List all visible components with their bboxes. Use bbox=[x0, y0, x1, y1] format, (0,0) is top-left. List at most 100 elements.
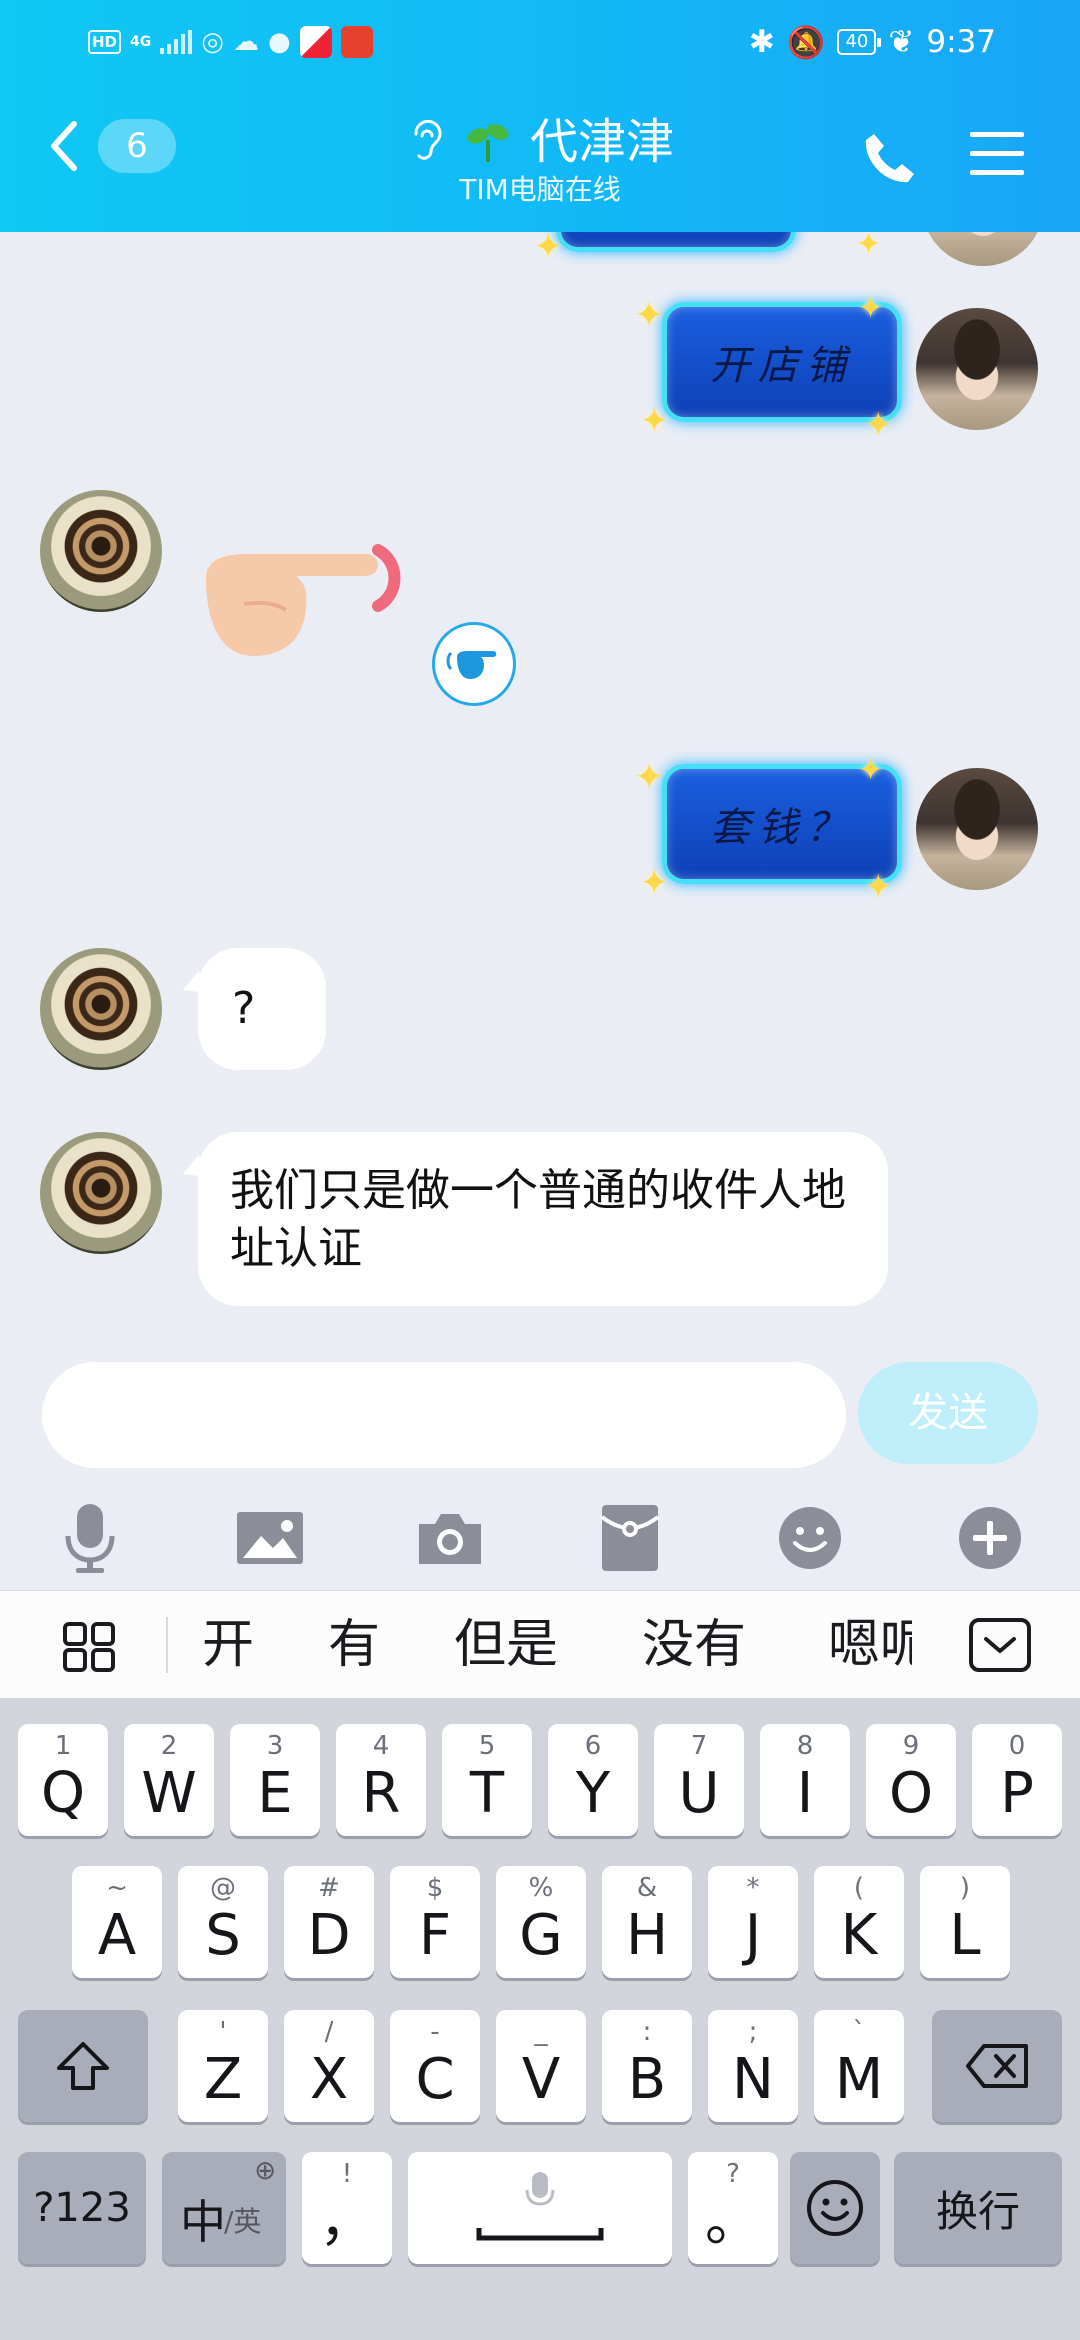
backspace-key[interactable] bbox=[932, 2010, 1062, 2122]
ime-candidate[interactable]: 嗯呢 bbox=[828, 1591, 912, 1699]
key-g[interactable]: % G bbox=[496, 1866, 586, 1978]
key-hint: ' bbox=[219, 2017, 227, 2047]
comma-key[interactable]: ! ， bbox=[302, 2152, 392, 2264]
ime-candidate[interactable]: 开 bbox=[202, 1591, 254, 1699]
key-hint: 1 bbox=[54, 1731, 72, 1761]
key-v[interactable]: _ V bbox=[496, 2010, 586, 2122]
collapse-keyboard-button[interactable] bbox=[968, 1617, 1032, 1677]
key-char: I bbox=[796, 1761, 814, 1826]
emoji-button[interactable] bbox=[774, 1502, 846, 1574]
key-hint: ? bbox=[726, 2159, 740, 2189]
my-avatar[interactable] bbox=[922, 232, 1044, 266]
contact-name[interactable]: 代津津 bbox=[530, 112, 674, 172]
camera-icon bbox=[419, 1514, 481, 1564]
key-y[interactable]: 6Y bbox=[548, 1724, 638, 1836]
more-button[interactable] bbox=[954, 1502, 1026, 1574]
my-avatar[interactable] bbox=[916, 768, 1038, 890]
red-app-icon bbox=[340, 26, 373, 58]
voice-button[interactable] bbox=[54, 1502, 126, 1574]
camera-button[interactable] bbox=[414, 1502, 486, 1574]
divider bbox=[166, 1617, 168, 1673]
gallery-button[interactable] bbox=[234, 1502, 306, 1574]
key-hint: ` bbox=[852, 2017, 866, 2047]
emoji-replay-button[interactable] bbox=[432, 622, 516, 706]
ime-candidate[interactable]: 有 bbox=[328, 1591, 380, 1699]
key-f[interactable]: $ F bbox=[390, 1866, 480, 1978]
key-hint: ! bbox=[341, 2159, 353, 2189]
menu-button[interactable] bbox=[968, 128, 1026, 184]
space-mic-icon bbox=[476, 2172, 604, 2241]
key-n[interactable]: ; N bbox=[708, 2010, 798, 2122]
key-u[interactable]: 7U bbox=[654, 1724, 744, 1836]
key-p[interactable]: 0P bbox=[972, 1724, 1062, 1836]
ime-candidate[interactable]: 但是 bbox=[454, 1591, 558, 1699]
contact-avatar[interactable] bbox=[40, 948, 162, 1070]
key-c[interactable]: -C bbox=[390, 2010, 480, 2122]
backspace-icon bbox=[966, 2044, 1028, 2088]
my-avatar[interactable] bbox=[916, 308, 1038, 430]
pointing-hand-icon bbox=[446, 651, 497, 679]
sparkle-icon: ✦ bbox=[640, 863, 669, 903]
key-hint: 6 bbox=[584, 1731, 602, 1761]
key-hint: 3 bbox=[266, 1731, 284, 1761]
key-r[interactable]: 4R bbox=[336, 1724, 426, 1836]
enter-key[interactable]: 换行 bbox=[894, 2152, 1062, 2264]
contact-avatar[interactable] bbox=[40, 1132, 162, 1254]
wifi-hotspot-icon: ◎ bbox=[201, 27, 224, 57]
key-h[interactable]: & H bbox=[602, 1866, 692, 1978]
pointing-finger-emoji[interactable] bbox=[188, 510, 408, 670]
status-bar-right: ✱ 🔕 40 ❦ 9:37 bbox=[749, 22, 996, 62]
contact-avatar[interactable] bbox=[40, 490, 162, 612]
key-o[interactable]: 9O bbox=[866, 1724, 956, 1836]
red-packet-button[interactable] bbox=[594, 1502, 666, 1574]
key-char: J bbox=[744, 1903, 762, 1968]
send-button[interactable]: 发送 bbox=[858, 1362, 1038, 1464]
key-z[interactable]: ' Z bbox=[178, 2010, 268, 2122]
key-s[interactable]: @ S bbox=[178, 1866, 268, 1978]
ime-menu-button[interactable] bbox=[62, 1621, 118, 1677]
key-char: U bbox=[678, 1761, 720, 1826]
key-j[interactable]: * J bbox=[708, 1866, 798, 1978]
space-key[interactable] bbox=[408, 2152, 672, 2264]
microphone-icon bbox=[65, 1504, 115, 1573]
key-i[interactable]: 8I bbox=[760, 1724, 850, 1836]
key-char: O bbox=[888, 1761, 934, 1826]
key-t[interactable]: 5T bbox=[442, 1724, 532, 1836]
emoji-key[interactable] bbox=[790, 2152, 880, 2264]
language-switch-key[interactable]: 中 /英 ⊕ bbox=[162, 2152, 286, 2264]
key-hint: ( bbox=[853, 1873, 865, 1903]
message-list[interactable]: ✦ ✦ 开店铺 ✦ ✦ ✦ ✦ 套钱？ ✦ ✦ ✦ ✦ ? 我们只是做一个普通的… bbox=[0, 232, 1080, 1362]
key-char: B bbox=[627, 2047, 667, 2112]
ime-candidate[interactable]: 没有 bbox=[642, 1591, 746, 1699]
lang-main-label: 中 bbox=[180, 2195, 226, 2249]
shift-key[interactable] bbox=[18, 2010, 148, 2122]
key-hint: 4 bbox=[372, 1731, 390, 1761]
key-a[interactable]: ~ A bbox=[72, 1866, 162, 1978]
sticker-text: 开店铺 bbox=[710, 343, 854, 389]
key-char: F bbox=[418, 1903, 452, 1968]
key-char: K bbox=[840, 1903, 878, 1968]
key-hint: 5 bbox=[478, 1731, 496, 1761]
period-key[interactable]: ? 。 bbox=[688, 2152, 778, 2264]
key-e[interactable]: 3E bbox=[230, 1724, 320, 1836]
sparkle-icon: ✦ bbox=[634, 295, 665, 336]
sparkle-icon: ✦ bbox=[634, 757, 665, 798]
key-x[interactable]: / X bbox=[284, 2010, 374, 2122]
text-message-bubble[interactable]: ? bbox=[198, 948, 326, 1070]
call-button[interactable] bbox=[860, 128, 920, 192]
key-hint: * bbox=[746, 1873, 760, 1903]
key-l[interactable]: ) L bbox=[920, 1866, 1010, 1978]
numbers-key[interactable]: ?123 bbox=[18, 2152, 146, 2264]
sparkle-icon: ✦ bbox=[864, 405, 893, 445]
ear-icon bbox=[414, 119, 442, 160]
key-d[interactable]: # D bbox=[284, 1866, 374, 1978]
text-message-bubble[interactable]: 我们只是做一个普通的收件人地址认证 bbox=[198, 1132, 888, 1306]
key-q[interactable]: 1Q bbox=[18, 1724, 108, 1836]
key-b[interactable]: :B bbox=[602, 2010, 692, 2122]
key-m[interactable]: ` M bbox=[814, 2010, 904, 2122]
hamburger-menu-icon bbox=[970, 132, 1024, 175]
key-k[interactable]: (K bbox=[814, 1866, 904, 1978]
network-type: 4G bbox=[130, 34, 152, 50]
message-input[interactable] bbox=[42, 1362, 846, 1468]
key-w[interactable]: 2W bbox=[124, 1724, 214, 1836]
